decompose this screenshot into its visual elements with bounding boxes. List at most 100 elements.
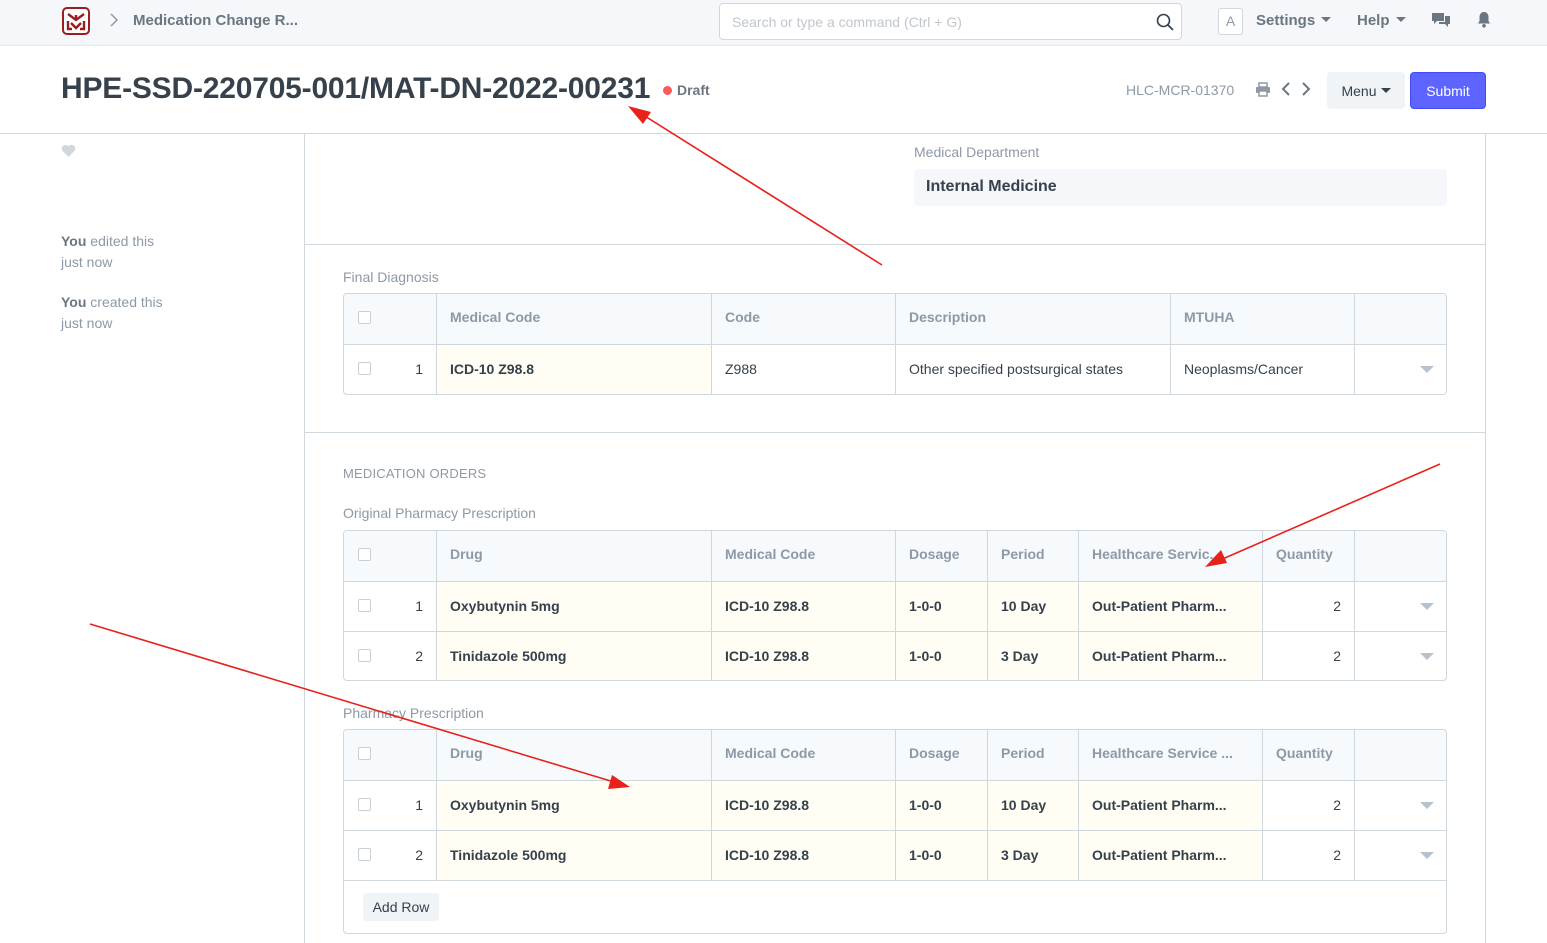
section-divider: [305, 432, 1485, 433]
healthcare-service-cell[interactable]: Out-Patient Pharm...: [1078, 632, 1262, 680]
description-cell[interactable]: Other specified postsurgical states: [895, 345, 1170, 394]
row-select-cell: 1: [344, 781, 436, 830]
awesomebar[interactable]: [719, 3, 1182, 40]
row-select-cell: 2: [344, 632, 436, 680]
dosage-cell[interactable]: 1-0-0: [895, 632, 987, 680]
medical-department-field[interactable]: Internal Medicine: [914, 169, 1447, 206]
search-icon[interactable]: [1156, 13, 1174, 31]
quantity-cell[interactable]: 2: [1262, 632, 1354, 680]
column-header-actions: [1354, 730, 1446, 780]
row-index: 2: [415, 648, 423, 664]
row-actions-cell: [1354, 582, 1446, 631]
table-row[interactable]: 1 Oxybutynin 5mg ICD-10 Z98.8 1-0-0 10 D…: [344, 780, 1446, 830]
timeline-user: You: [61, 294, 87, 310]
final-diagnosis-label: Final Diagnosis: [343, 269, 439, 285]
row-edit-dropdown-icon[interactable]: [1420, 653, 1434, 660]
table-row[interactable]: 1 Oxybutynin 5mg ICD-10 Z98.8 1-0-0 10 D…: [344, 581, 1446, 631]
period-cell[interactable]: 10 Day: [987, 582, 1078, 631]
column-header: Description: [895, 294, 1170, 344]
select-all-checkbox[interactable]: [358, 548, 371, 561]
table-footer: Add Row: [344, 880, 1446, 932]
drug-cell[interactable]: Tinidazole 500mg: [436, 831, 711, 880]
select-all-checkbox[interactable]: [358, 747, 371, 760]
help-menu[interactable]: Help: [1357, 12, 1406, 29]
next-document-icon[interactable]: [1301, 81, 1311, 97]
add-row-button[interactable]: Add Row: [363, 893, 439, 921]
row-checkbox[interactable]: [358, 362, 371, 375]
row-checkbox[interactable]: [358, 798, 371, 811]
row-select-cell: 2: [344, 831, 436, 880]
medical-code-cell[interactable]: ICD-10 Z98.8: [711, 781, 895, 830]
table-row[interactable]: 2 Tinidazole 500mg ICD-10 Z98.8 1-0-0 3 …: [344, 830, 1446, 880]
row-edit-dropdown-icon[interactable]: [1420, 852, 1434, 859]
column-header: Code: [711, 294, 895, 344]
column-header: Healthcare Service ...: [1078, 730, 1262, 780]
period-cell[interactable]: 3 Day: [987, 831, 1078, 880]
medical-code-cell[interactable]: ICD-10 Z98.8: [436, 345, 711, 394]
timeline-action: created this: [90, 294, 163, 310]
row-checkbox[interactable]: [358, 649, 371, 662]
timeline-time: just now: [61, 315, 113, 331]
select-all-checkbox[interactable]: [358, 311, 371, 324]
section-divider: [305, 244, 1485, 245]
dosage-cell[interactable]: 1-0-0: [895, 582, 987, 631]
healthcare-service-cell[interactable]: Out-Patient Pharm...: [1078, 831, 1262, 880]
healthcare-service-cell[interactable]: Out-Patient Pharm...: [1078, 781, 1262, 830]
menu-button[interactable]: Menu: [1327, 72, 1405, 109]
submit-button[interactable]: Submit: [1410, 72, 1486, 109]
notification-bell-icon[interactable]: [1477, 11, 1491, 28]
column-header: Drug: [436, 730, 711, 780]
pharmacy-prescription-label: Pharmacy Prescription: [343, 705, 484, 721]
table-row[interactable]: 2 Tinidazole 500mg ICD-10 Z98.8 1-0-0 3 …: [344, 631, 1446, 680]
row-index: 2: [415, 847, 423, 863]
quantity-cell[interactable]: 2: [1262, 781, 1354, 830]
healthcare-service-cell[interactable]: Out-Patient Pharm...: [1078, 582, 1262, 631]
document-reference: HLC-MCR-01370: [1126, 82, 1235, 98]
code-cell[interactable]: Z988: [711, 345, 895, 394]
row-checkbox[interactable]: [358, 599, 371, 612]
chat-icon[interactable]: [1431, 11, 1451, 29]
user-avatar[interactable]: A: [1218, 8, 1243, 35]
row-index: 1: [415, 797, 423, 813]
dosage-cell[interactable]: 1-0-0: [895, 781, 987, 830]
like-heart-icon[interactable]: [61, 144, 76, 158]
drug-cell[interactable]: Tinidazole 500mg: [436, 632, 711, 680]
period-cell[interactable]: 3 Day: [987, 632, 1078, 680]
mtuha-cell[interactable]: Neoplasms/Cancer: [1170, 345, 1354, 394]
breadcrumb-doctype[interactable]: Medication Change R...: [133, 12, 298, 29]
row-edit-dropdown-icon[interactable]: [1420, 366, 1434, 373]
drug-cell[interactable]: Oxybutynin 5mg: [436, 781, 711, 830]
medical-department-label: Medical Department: [914, 144, 1040, 160]
navbar: Medication Change R... A Settings Help: [0, 0, 1547, 46]
select-all-cell: [344, 730, 436, 780]
select-all-cell: [344, 294, 436, 344]
row-edit-dropdown-icon[interactable]: [1420, 603, 1434, 610]
previous-document-icon[interactable]: [1281, 81, 1291, 97]
settings-menu[interactable]: Settings: [1256, 12, 1332, 29]
period-cell[interactable]: 10 Day: [987, 781, 1078, 830]
quantity-cell[interactable]: 2: [1262, 582, 1354, 631]
chevron-down-icon: [1395, 17, 1406, 22]
status-indicator: Draft: [663, 82, 710, 98]
medical-code-cell[interactable]: ICD-10 Z98.8: [711, 831, 895, 880]
medical-code-cell[interactable]: ICD-10 Z98.8: [711, 582, 895, 631]
row-actions-cell: [1354, 831, 1446, 880]
pharmacy-prescription-table: Drug Medical Code Dosage Period Healthca…: [343, 729, 1447, 934]
quantity-cell[interactable]: 2: [1262, 831, 1354, 880]
column-header-actions: [1354, 294, 1446, 344]
search-input[interactable]: [732, 12, 1152, 32]
dosage-cell[interactable]: 1-0-0: [895, 831, 987, 880]
app-logo-icon[interactable]: [62, 7, 90, 35]
medical-code-cell[interactable]: ICD-10 Z98.8: [711, 632, 895, 680]
print-icon[interactable]: [1255, 82, 1271, 97]
status-dot-icon: [663, 86, 672, 95]
row-checkbox[interactable]: [358, 848, 371, 861]
column-header-actions: [1354, 531, 1446, 581]
column-header: Quantity: [1262, 730, 1354, 780]
table-row[interactable]: 1 ICD-10 Z98.8 Z988 Other specified post…: [344, 344, 1446, 394]
column-header: Quantity: [1262, 531, 1354, 581]
row-edit-dropdown-icon[interactable]: [1420, 802, 1434, 809]
timeline-time: just now: [61, 254, 113, 270]
row-select-cell: 1: [344, 582, 436, 631]
drug-cell[interactable]: Oxybutynin 5mg: [436, 582, 711, 631]
